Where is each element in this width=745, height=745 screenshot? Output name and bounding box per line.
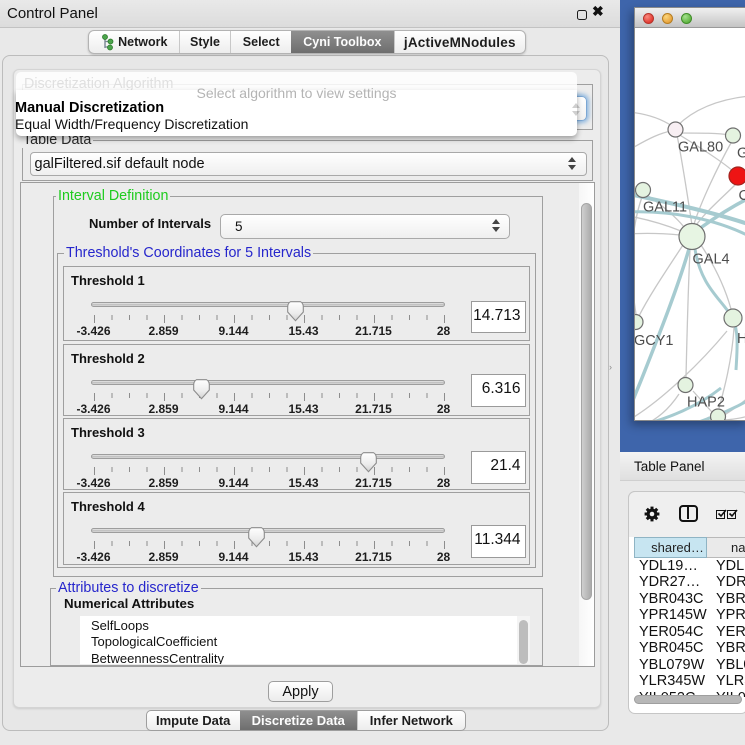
svg-text:GA: GA xyxy=(737,146,745,162)
svg-text:GAL80: GAL80 xyxy=(678,140,723,156)
svg-text:HAP2: HAP2 xyxy=(687,395,725,411)
svg-text:GAL4: GAL4 xyxy=(693,252,730,268)
svg-text:GCY1: GCY1 xyxy=(635,333,674,349)
svg-text:HI: HI xyxy=(737,331,745,347)
svg-text:CB: CB xyxy=(739,188,745,204)
svg-text:GAL11: GAL11 xyxy=(643,200,687,216)
